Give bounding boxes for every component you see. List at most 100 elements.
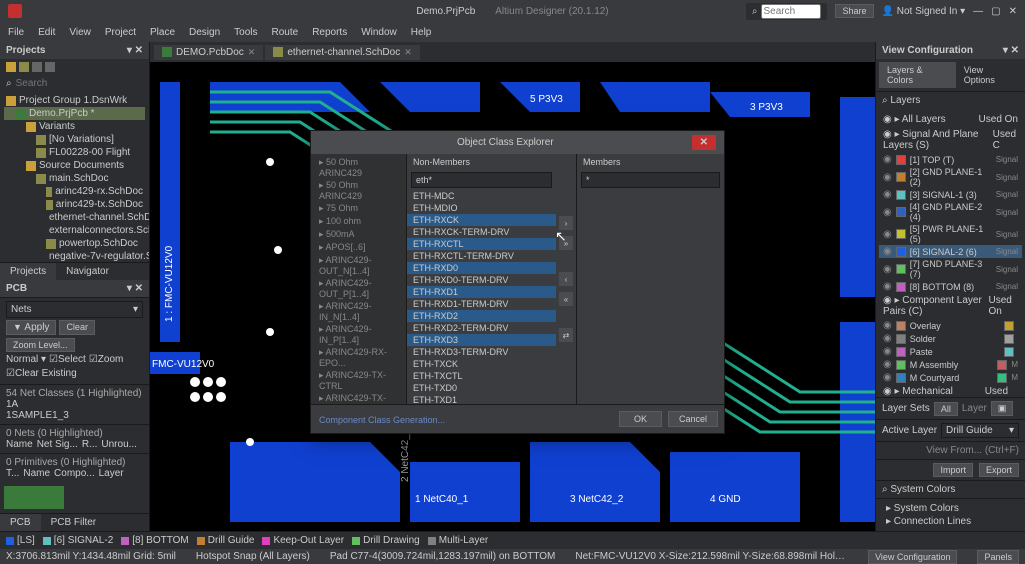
class-tree-item[interactable]: ▸ ARINC429-RX-EPO...	[313, 346, 404, 369]
tree-item[interactable]: arinc429-tx.SchDoc	[4, 198, 145, 211]
class-tree-item[interactable]: ▸ 500mA	[313, 228, 404, 241]
global-search-input[interactable]	[761, 4, 821, 19]
class-tree-item[interactable]: ▸ 50 Ohm ARINC429	[313, 179, 404, 202]
layer-group[interactable]: ◉ ▸ Component Layer Pairs (C)Used On	[879, 293, 1022, 319]
tab-view-options[interactable]: View Options	[956, 62, 1022, 88]
status-layer[interactable]: [6] SIGNAL-2	[43, 535, 113, 546]
apply-button[interactable]: ▼ Apply	[6, 320, 56, 335]
class-tree-item[interactable]: ▸ ARINC429-TX-CTRL	[313, 369, 404, 392]
layer-group[interactable]: ◉ ▸ Mechanical Layers (M)Used On	[879, 384, 1022, 397]
move-all-left-button[interactable]: «	[559, 292, 573, 306]
tree-item[interactable]: externalconnectors.SchDoc	[4, 224, 145, 237]
nonmember-item[interactable]: ETH-TXCTL	[407, 370, 556, 382]
nonmember-item[interactable]: ETH-RXD3	[407, 334, 556, 346]
layer-item[interactable]: ◉Overlay	[879, 319, 1022, 332]
tree-item[interactable]: powertop.SchDoc	[4, 237, 145, 250]
status-layer[interactable]: Drill Drawing	[352, 535, 420, 546]
view-config-button[interactable]: View Configuration	[868, 550, 957, 564]
toolbar-icon[interactable]	[19, 62, 29, 72]
view-from-link[interactable]: View From... (Ctrl+F)	[926, 445, 1019, 456]
nonmember-item[interactable]: ETH-MDC	[407, 190, 556, 202]
global-search[interactable]: ⌕	[746, 3, 828, 20]
nonmember-item[interactable]: ETH-TXCK	[407, 358, 556, 370]
clear-button[interactable]: Clear	[59, 320, 95, 335]
class-tree-item[interactable]: ▸ ARINC429-OUT_N[1..4]	[313, 254, 404, 277]
nonmember-item[interactable]: ETH-RXD1-TERM-DRV	[407, 298, 556, 310]
tab-projects[interactable]: Projects	[0, 263, 56, 280]
menu-edit[interactable]: Edit	[38, 27, 55, 38]
nets-dropdown[interactable]: Nets▾	[6, 301, 143, 318]
share-button[interactable]: Share	[835, 4, 873, 18]
layer-item[interactable]: ◉[4] GND PLANE-2 (4)Signal	[879, 201, 1022, 223]
tab-navigator[interactable]: Navigator	[56, 263, 119, 280]
cancel-button[interactable]: Cancel	[668, 411, 718, 427]
tab-pcb-filter[interactable]: PCB Filter	[41, 514, 107, 531]
document-tab[interactable]: DEMO.PcbDoc✕	[154, 45, 263, 60]
tree-item[interactable]: Project Group 1.DsnWrk	[4, 94, 145, 107]
menu-project[interactable]: Project	[105, 27, 136, 38]
menu-view[interactable]: View	[69, 27, 91, 38]
all-layers-button[interactable]: All	[934, 402, 958, 416]
system-color-item[interactable]: ▸ System Colors	[882, 502, 1019, 515]
netclass-item[interactable]: 1A	[6, 399, 143, 410]
active-layer-dropdown[interactable]: Drill Guide▾	[941, 423, 1019, 438]
nonmember-item[interactable]: ETH-TXD1	[407, 394, 556, 404]
tab-pcb[interactable]: PCB	[0, 514, 41, 531]
swap-button[interactable]: ⇄	[559, 328, 573, 342]
layer-item[interactable]: ◉Paste	[879, 345, 1022, 358]
component-class-gen-link[interactable]: Component Class Generation...	[319, 415, 445, 425]
tree-item[interactable]: [No Variations]	[4, 133, 145, 146]
nonmember-item[interactable]: ETH-RXD0-TERM-DRV	[407, 274, 556, 286]
class-tree-item[interactable]: ▸ ARINC429-OUT_P[1..4]	[313, 277, 404, 300]
project-search-input[interactable]	[16, 78, 148, 89]
status-layer[interactable]: [8] BOTTOM	[121, 535, 189, 546]
panels-button[interactable]: Panels	[977, 550, 1019, 564]
panel-menu-icon[interactable]: ▾ ✕	[127, 45, 143, 56]
menu-window[interactable]: Window	[361, 27, 397, 38]
layer-group[interactable]: ◉ ▸ All LayersUsed On	[879, 112, 1022, 127]
layer-add-button[interactable]: ▣	[991, 401, 1014, 416]
export-button[interactable]: Export	[979, 463, 1019, 477]
tab-layers-colors[interactable]: Layers & Colors	[879, 62, 956, 88]
clear-check[interactable]: ☑Clear Existing	[6, 368, 77, 379]
menu-file[interactable]: File	[8, 27, 24, 38]
layer-item[interactable]: ◉[6] SIGNAL-2 (6)Signal	[879, 245, 1022, 258]
toolbar-icon[interactable]	[32, 62, 42, 72]
layer-group[interactable]: ◉ ▸ Signal And Plane Layers (S)Used C	[879, 127, 1022, 153]
class-tree-item[interactable]: ▸ ARINC429-IN_P[1..4]	[313, 323, 404, 346]
minimize-icon[interactable]: —	[973, 6, 983, 17]
system-color-item[interactable]: ▸ Connection Lines	[882, 515, 1019, 528]
menu-design[interactable]: Design	[189, 27, 220, 38]
class-tree-item[interactable]: ▸ 75 Ohm	[313, 202, 404, 215]
zoom-check[interactable]: ☑Zoom	[89, 354, 124, 365]
toolbar-icon[interactable]	[45, 62, 55, 72]
tree-item[interactable]: Demo.PrjPcb *	[4, 107, 145, 120]
tree-item[interactable]: negative-7v-regulator.S	[4, 250, 145, 262]
status-layer[interactable]: [LS]	[6, 535, 35, 546]
nonmember-item[interactable]: ETH-RXD0	[407, 262, 556, 274]
nonmember-item[interactable]: ETH-MDIO	[407, 202, 556, 214]
nonmember-item[interactable]: ETH-RXD3-TERM-DRV	[407, 346, 556, 358]
status-layer[interactable]: Drill Guide	[197, 535, 255, 546]
layer-item[interactable]: ◉M AssemblyM	[879, 358, 1022, 371]
signin-button[interactable]: 👤 Not Signed In ▾	[882, 6, 966, 17]
menu-route[interactable]: Route	[272, 27, 299, 38]
move-left-button[interactable]: ‹	[559, 272, 573, 286]
menu-tools[interactable]: Tools	[234, 27, 257, 38]
class-tree-item[interactable]: ▸ ARINC429-TX-CTRL	[313, 392, 404, 404]
import-button[interactable]: Import	[933, 463, 973, 477]
tree-item[interactable]: main.SchDoc	[4, 172, 145, 185]
normal-dropdown[interactable]: Normal ▾	[6, 354, 46, 365]
menu-help[interactable]: Help	[411, 27, 432, 38]
layer-item[interactable]: ◉Solder	[879, 332, 1022, 345]
nonmembers-filter-input[interactable]	[411, 172, 552, 188]
select-check[interactable]: ☑Select	[49, 354, 86, 365]
maximize-icon[interactable]: ▢	[991, 6, 1000, 17]
layer-item[interactable]: ◉[7] GND PLANE-3 (7)Signal	[879, 258, 1022, 280]
nonmember-item[interactable]: ETH-RXCTL-TERM-DRV	[407, 250, 556, 262]
nonmember-item[interactable]: ETH-RXCTL	[407, 238, 556, 250]
menu-place[interactable]: Place	[150, 27, 175, 38]
layer-item[interactable]: ◉[8] BOTTOM (8)Signal	[879, 280, 1022, 293]
class-tree-item[interactable]: ▸ 50 Ohm ARINC429	[313, 156, 404, 179]
class-tree-item[interactable]: ▸ APOS[..6]	[313, 241, 404, 254]
